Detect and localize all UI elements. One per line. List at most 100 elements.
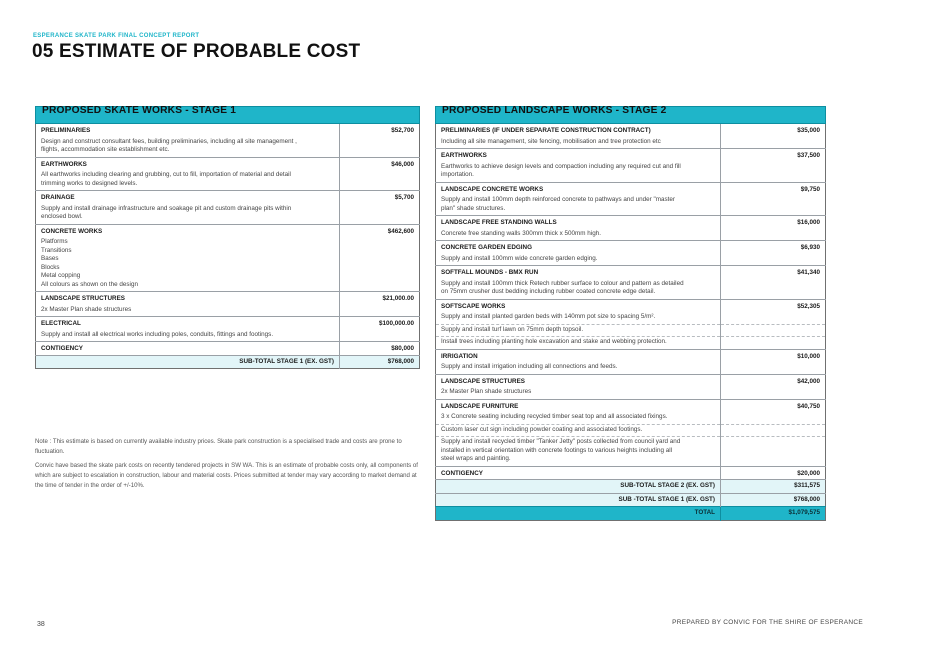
item-name: ELECTRICAL	[35, 316, 340, 330]
desc-line: Supply and install all electrical works …	[41, 330, 274, 338]
total-amount: $1,079,575	[719, 506, 826, 520]
amount-spacer	[719, 324, 826, 337]
cost-item-row: ELECTRICAL $100,000.00	[35, 316, 420, 330]
item-description: Supply and install 100mm wide concrete g…	[436, 254, 721, 266]
amount-spacer	[719, 228, 826, 241]
amount-spacer	[719, 387, 826, 399]
cost-item-row: SOFTSCAPE WORKS $52,305	[435, 298, 826, 312]
item-description: Supply and install irrigation including …	[436, 362, 721, 374]
amount-spacer	[719, 253, 826, 266]
amount-spacer	[719, 161, 826, 182]
page-title: 05 ESTIMATE OF PROBABLE COST	[32, 41, 361, 62]
amount-spacer	[338, 136, 420, 157]
desc-line: steel wraps and painting.	[441, 455, 511, 462]
cost-item-row: LANDSCAPE FREE STANDING WALLS $16,000	[435, 215, 826, 229]
item-amount: $20,000	[719, 465, 826, 480]
cost-item-row: LANDSCAPE STRUCTURES $42,000	[435, 373, 826, 387]
cost-item-row: EARTHWORKS $37,500	[435, 148, 826, 162]
cost-item-row: IRRIGATION $10,000	[435, 348, 826, 362]
item-description-row: 3 x Concrete seating including recycled …	[435, 412, 826, 425]
item-amount: $35,000	[719, 123, 826, 137]
desc-line: Supply and install 100mm wide concrete g…	[441, 254, 598, 262]
item-description: Platforms Transitions Bases Blocks Metal cop…	[36, 237, 340, 292]
desc-line: Including all site management, site fenc…	[441, 137, 661, 145]
desc-line: Blocks	[41, 263, 60, 271]
item-description-row: Supply and install planted garden beds w…	[435, 312, 826, 325]
item-name: CONTIGENCY	[35, 341, 340, 355]
subtotal-row: SUB-TOTAL STAGE 2 (EX. GST) $311,575	[435, 479, 826, 493]
desc-line: All earthworks including clearing and gr…	[41, 171, 291, 178]
desc-line: Supply and install planted garden beds w…	[441, 313, 656, 320]
subtotal-amount: $768,000	[719, 492, 826, 507]
desc-line: All colours as shown on the design	[41, 280, 138, 288]
item-description-row: Supply and install 100mm depth reinforce…	[436, 195, 826, 216]
item-name: IRRIGATION	[435, 348, 721, 362]
item-description-row: Design and construct consultant fees, bu…	[36, 136, 420, 157]
desc-line: Supply and install 100mm thick Retech ru…	[441, 279, 684, 287]
item-description: Supply and install 100mm depth reinforce…	[436, 195, 721, 216]
amount-spacer	[338, 170, 420, 191]
item-description: 2x Master Plan shade structures	[436, 387, 721, 399]
cost-item-row: CONCRETE WORKS $462,600	[35, 223, 420, 237]
skate-works-table: PROPOSED SKATE WORKS - STAGE 1 PRELIMINA…	[34, 105, 421, 369]
subtotal-label: SUB-TOTAL STAGE 2 (EX. GST)	[435, 479, 721, 493]
cost-item-row: DRAINAGE $5,700	[35, 190, 420, 204]
item-name: LANDSCAPE STRUCTURES	[35, 291, 340, 305]
item-description-row: Earthworks to achieve design levels and …	[436, 161, 826, 183]
item-name: LANDSCAPE FREE STANDING WALLS	[435, 215, 721, 229]
item-description: Supply and install drainage infrastructu…	[36, 204, 340, 225]
note-paragraph: Note : This estimate is based on current…	[35, 438, 402, 455]
desc-line: 2x Master Plan shade structures	[441, 388, 532, 395]
item-amount: $52,305	[719, 298, 826, 312]
item-amount: $9,750	[719, 181, 826, 195]
item-description-row: Custom laser cut sign including powder c…	[435, 424, 826, 437]
item-name: SOFTSCAPE WORKS	[435, 298, 721, 312]
subtotal-label: SUB -TOTAL STAGE 1 (EX. GST)	[435, 492, 721, 507]
item-name: LANDSCAPE CONCRETE WORKS	[435, 181, 721, 195]
desc-line: on 75mm crusher dust bedding including r…	[441, 288, 656, 295]
amount-spacer	[338, 329, 420, 342]
table-header: PROPOSED SKATE WORKS - STAGE 1	[34, 105, 421, 124]
desc-line: Design and construct consultant fees, bu…	[41, 137, 297, 145]
landscape-works-rows: PRELIMINARIES (IF UNDER SEPARATE CONSTRU…	[435, 123, 826, 480]
desc-line: Supply and install 100mm depth reinforce…	[441, 196, 675, 203]
item-description-row: Supply and install 100mm wide concrete g…	[436, 253, 826, 266]
item-amount: $52,700	[338, 123, 420, 137]
amount-spacer	[338, 304, 420, 317]
amount-spacer	[719, 336, 826, 349]
report-kicker: ESPERANCE SKATE PARK FINAL CONCEPT REPOR…	[33, 33, 200, 39]
cost-item-row: PRELIMINARIES (IF UNDER SEPARATE CONSTRU…	[435, 123, 826, 137]
desc-line: Bases	[41, 255, 59, 262]
item-description-row: Concrete free standing walls 300mm thick…	[436, 228, 826, 241]
item-name: EARTHWORKS	[35, 156, 340, 170]
cost-item-row: CONTIGENCY $20,000	[435, 465, 826, 480]
prepared-by: PREPARED BY CONVIC FOR THE SHIRE OF ESPE…	[672, 619, 863, 626]
subtotal-amount: $311,575	[719, 479, 826, 493]
item-description: Concrete free standing walls 300mm thick…	[436, 229, 721, 241]
desc-line: Install trees including planting hole ex…	[441, 338, 667, 345]
item-description-row: 2x Master Plan shade structures	[36, 304, 420, 317]
desc-line: Transitions	[41, 246, 72, 254]
total-label: TOTAL	[435, 506, 721, 520]
landscape-works-table: PROPOSED LANDSCAPE WORKS - STAGE 2 PRELI…	[434, 105, 827, 521]
item-description-row: 2x Master Plan shade structures	[436, 387, 826, 399]
desc-line: flights, accommodation site establishmen…	[41, 146, 170, 153]
item-name: PRELIMINARIES (IF UNDER SEPARATE CONSTRU…	[435, 123, 721, 137]
cost-item-row: CONCRETE GARDEN EDGING $6,930	[435, 240, 826, 254]
item-description: Supply and install turf lawn on 75mm dep…	[435, 324, 721, 337]
amount-spacer	[719, 195, 826, 216]
cost-item-row: PRELIMINARIES $52,700	[35, 123, 420, 137]
item-description-row: Including all site management, site fenc…	[436, 136, 826, 149]
note-paragraph: Convic have based the skate park costs o…	[35, 462, 418, 489]
amount-spacer	[338, 203, 420, 224]
item-description: Including all site management, site fenc…	[436, 137, 721, 149]
item-description: Install trees including planting hole ex…	[436, 337, 721, 350]
cost-item-row: LANDSCAPE STRUCTURES $21,000.00	[35, 291, 420, 305]
item-description: Earthworks to achieve design levels and …	[436, 162, 721, 183]
item-name: LANDSCAPE FURNITURE	[435, 398, 721, 412]
skate-works-rows: PRELIMINARIES $52,700 Design and construct…	[35, 123, 420, 355]
item-name: CONTIGENCY	[435, 465, 721, 480]
item-description: Supply and install recycled timber "Tank…	[436, 437, 721, 467]
desc-line: Custom laser cut sign including powder c…	[441, 425, 643, 433]
desc-line: enclosed bowl.	[41, 213, 83, 220]
